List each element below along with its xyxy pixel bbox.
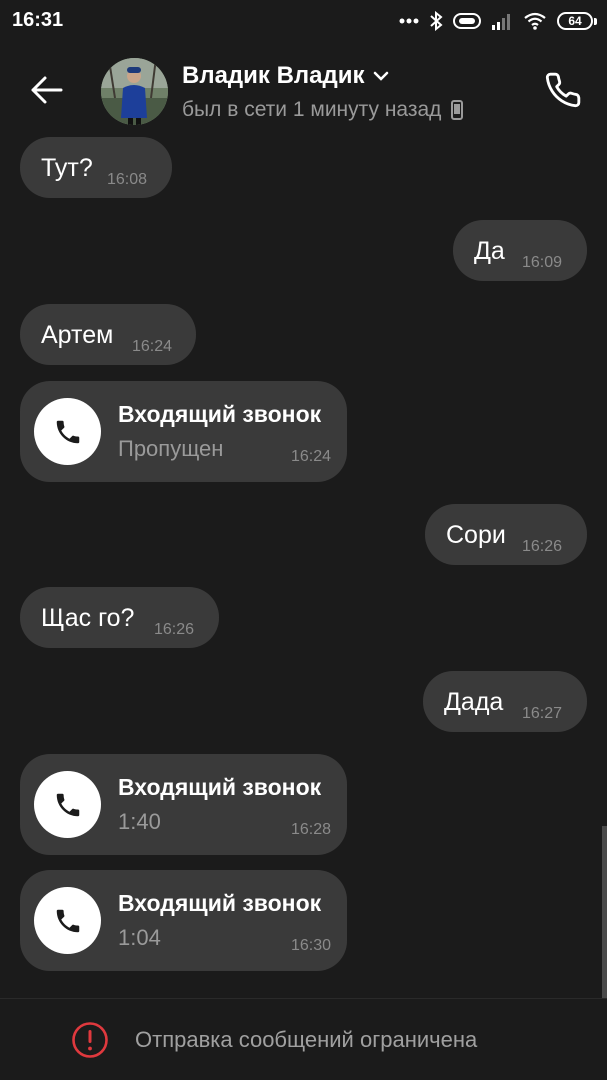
message-time: 16:30	[290, 937, 331, 954]
phone-device-icon	[451, 100, 464, 120]
call-message-bubble[interactable]: Входящий звонок 1:04 16:30	[20, 870, 347, 971]
call-duration: 1:40	[118, 809, 161, 834]
message-time: 16:26	[154, 621, 195, 638]
chevron-down-icon	[373, 71, 388, 81]
call-message-bubble[interactable]: Входящий звонок 1:40 16:28	[20, 754, 347, 855]
message-bubble-outgoing[interactable]: Дада 16:27	[423, 671, 587, 732]
bluetooth-icon	[429, 11, 443, 31]
call-title: Входящий звонок	[118, 774, 322, 800]
status-time: 16:31	[12, 9, 64, 31]
call-icon-circle	[34, 887, 101, 954]
message-text: Артем	[41, 321, 114, 349]
message-list: Тут? 16:08 Да 16:09 Артем 16:24 Входящий…	[0, 136, 607, 998]
phone-icon	[56, 420, 79, 443]
last-seen-status: был в сети 1 минуту назад	[182, 98, 442, 121]
avatar[interactable]	[101, 58, 168, 125]
message-time: 16:28	[290, 821, 331, 838]
chat-header: Владик Владик был в сети 1 минуту назад	[0, 44, 607, 136]
back-arrow-icon	[31, 76, 63, 104]
message-bubble-incoming[interactable]: Артем 16:24	[20, 304, 196, 365]
message-text: Тут?	[41, 154, 93, 182]
message-time: 16:08	[107, 171, 148, 188]
contact-status-row: был в сети 1 минуту назад	[182, 98, 464, 122]
message-bubble-outgoing[interactable]: Да 16:09	[453, 220, 587, 281]
call-icon-circle	[34, 771, 101, 838]
status-bar: 16:31 64	[0, 0, 607, 44]
message-time: 16:27	[522, 705, 563, 722]
message-time: 16:24	[132, 338, 173, 355]
contact-name-row[interactable]: Владик Владик	[182, 62, 389, 90]
message-text: Сори	[446, 521, 506, 549]
call-status: Пропущен	[118, 436, 224, 461]
message-time: 16:09	[522, 254, 563, 271]
vibrate-icon	[453, 13, 481, 29]
chat-screen: 16:31 64 Владик Владик был в сети 1 мину…	[0, 0, 607, 1080]
call-icon-circle	[34, 398, 101, 465]
message-bubble-outgoing[interactable]: Сори 16:26	[425, 504, 587, 565]
call-duration: 1:04	[118, 925, 161, 950]
call-button[interactable]	[539, 66, 587, 114]
message-text: Щас го?	[41, 604, 135, 632]
message-text: Да	[474, 237, 505, 265]
phone-icon	[56, 793, 79, 816]
battery-icon: 64	[557, 12, 597, 30]
phone-call-icon	[545, 72, 581, 108]
message-text: Дада	[444, 688, 504, 716]
wifi-icon	[523, 12, 547, 30]
status-icons: 64	[399, 8, 597, 34]
back-button[interactable]	[22, 68, 70, 112]
message-bubble-incoming[interactable]: Щас го? 16:26	[20, 587, 219, 648]
scrollbar[interactable]	[602, 826, 607, 998]
message-time: 16:26	[522, 538, 563, 555]
message-bubble-incoming[interactable]: Тут? 16:08	[20, 137, 172, 198]
more-dots-icon	[399, 18, 419, 24]
message-time: 16:24	[290, 448, 331, 465]
contact-name: Владик Владик	[182, 62, 365, 89]
restriction-bar: Отправка сообщений ограничена	[0, 998, 607, 1080]
phone-icon	[56, 909, 79, 932]
restriction-text: Отправка сообщений ограничена	[135, 1027, 478, 1052]
signal-icon	[491, 12, 513, 30]
call-title: Входящий звонок	[118, 401, 322, 427]
alert-circle-icon	[72, 1022, 108, 1058]
call-title: Входящий звонок	[118, 890, 322, 916]
battery-level: 64	[557, 12, 593, 30]
call-message-bubble[interactable]: Входящий звонок Пропущен 16:24	[20, 381, 347, 482]
